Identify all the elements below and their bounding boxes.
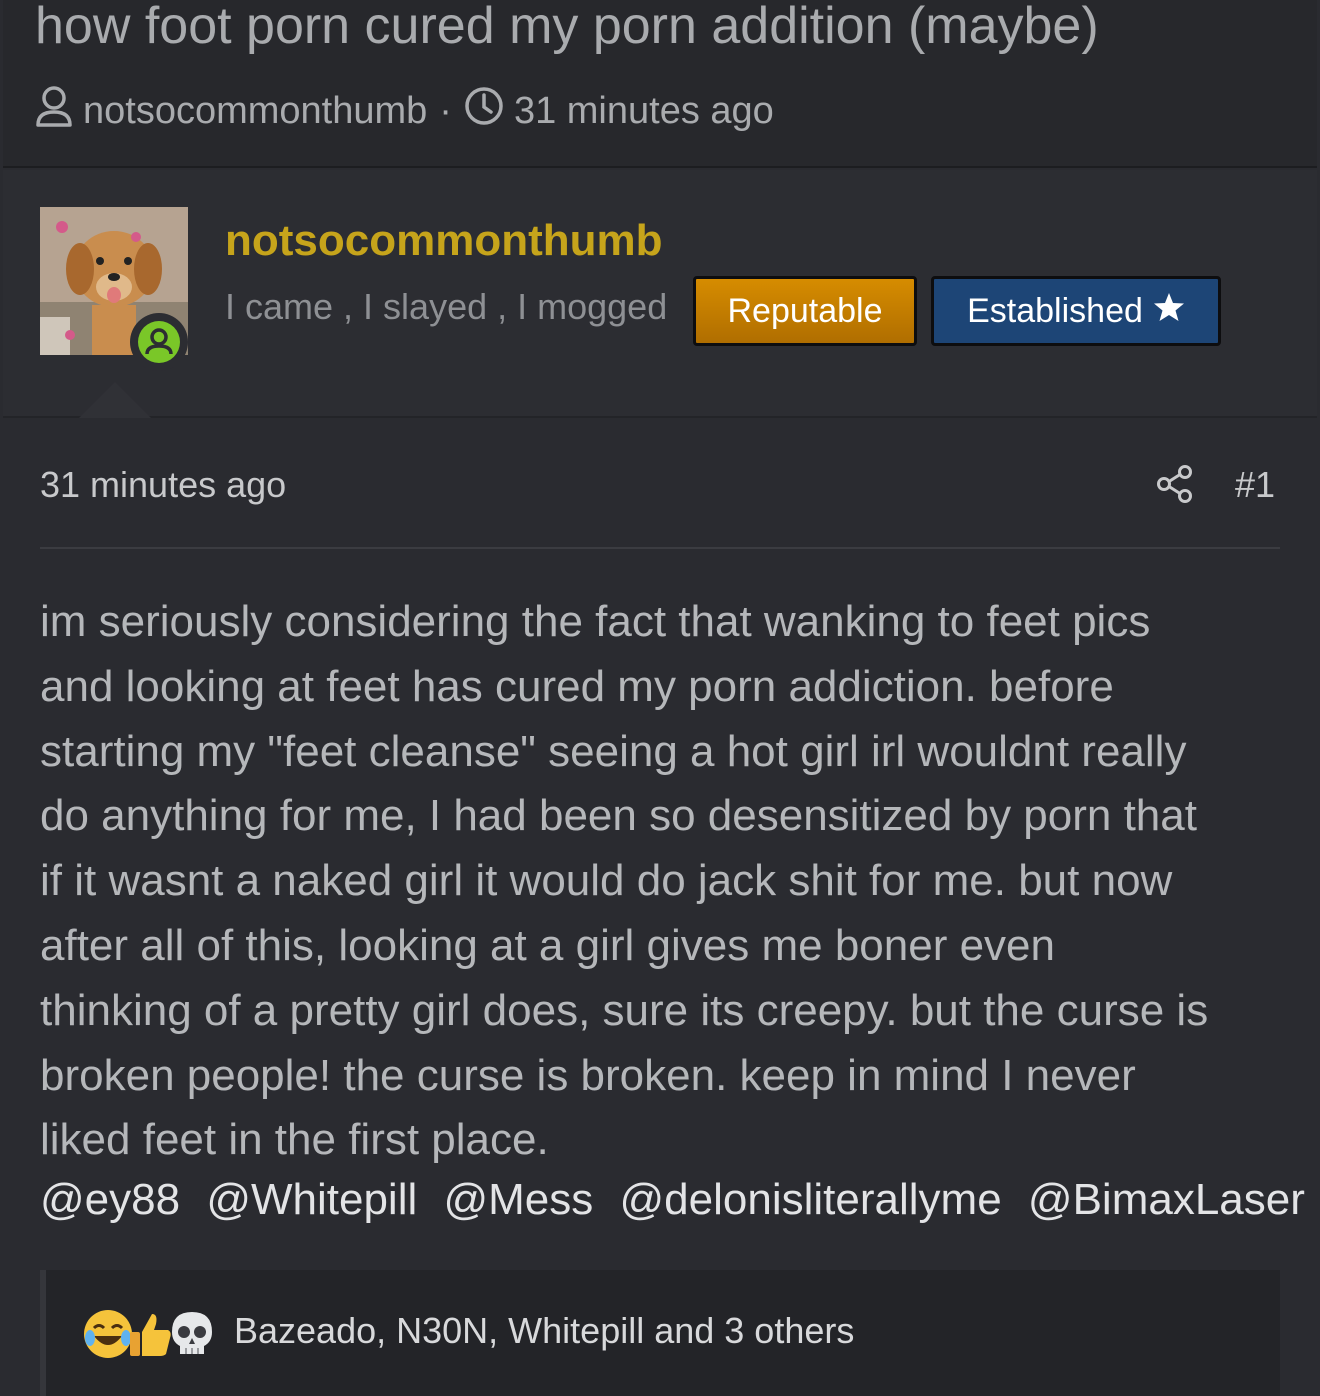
forum-thread-page: how foot porn cured my porn addition (ma… (0, 0, 1320, 1396)
badge-established: Established (931, 276, 1221, 346)
online-status-indicator (130, 313, 188, 371)
meta-separator: · (439, 89, 452, 132)
reaction-users-text[interactable]: Bazeado, N30N, Whitepill and 3 others (234, 1310, 854, 1352)
mention-link[interactable]: @ey88 (40, 1175, 180, 1224)
post-content: im seriously considering the fact that w… (40, 590, 1290, 1173)
mention-link[interactable]: @Whitepill (206, 1175, 417, 1224)
post-line: liked feet in the first place. (40, 1115, 549, 1165)
star-icon (1153, 291, 1185, 332)
user-icon (35, 85, 73, 137)
thread-author-link[interactable]: notsocommonthumb (83, 90, 427, 133)
author-tagline: I came , I slayed , I mogged (225, 286, 668, 327)
post-line: do anything for me, I had been so desens… (40, 791, 1197, 841)
post-line: starting my "feet cleanse" seeing a hot … (40, 726, 1187, 776)
share-icon[interactable] (1155, 464, 1195, 509)
post-line: if it wasnt a naked girl it would do jac… (40, 856, 1173, 906)
mention-link[interactable]: @BimaxLaser (1028, 1175, 1305, 1224)
divider (40, 547, 1280, 549)
mentions: @ey88 @Whitepill @Mess @delonisliterally… (40, 1168, 1319, 1232)
post-line: broken people! the curse is broken. keep… (40, 1050, 1136, 1100)
author-username[interactable]: notsocommonthumb (225, 216, 663, 266)
badge-established-label: Established (967, 291, 1143, 330)
thread-meta: notsocommonthumb · 31 minutes ago (35, 86, 774, 136)
post-line: after all of this, looking at a girl giv… (40, 920, 1055, 970)
thread-title: how foot porn cured my porn addition (ma… (35, 0, 1099, 55)
online-user-icon (138, 321, 180, 363)
skull-emoji-icon (166, 1308, 218, 1360)
post-body: 31 minutes ago #1 im seriously consideri… (3, 418, 1317, 1396)
reaction-icons (82, 1308, 212, 1360)
mention-link[interactable]: @Mess (443, 1175, 593, 1224)
post-line: and looking at feet has cured my porn ad… (40, 661, 1114, 711)
thread-header: how foot porn cured my porn addition (ma… (3, 0, 1317, 168)
thread-time[interactable]: 31 minutes ago (514, 90, 774, 133)
post-line: thinking of a pretty girl does, sure its… (40, 985, 1209, 1035)
badge-reputable-label: Reputable (727, 291, 883, 330)
post-pointer-arrow (79, 382, 151, 418)
post-number[interactable]: #1 (1235, 464, 1275, 506)
post-line: im seriously considering the fact that w… (40, 597, 1151, 646)
post-author-block: notsocommonthumb I came , I slayed , I m… (3, 170, 1317, 418)
badge-reputable: Reputable (693, 276, 917, 346)
clock-icon (464, 86, 504, 136)
mention-link[interactable]: @delonisliterallyme (620, 1175, 1002, 1224)
post-time[interactable]: 31 minutes ago (40, 464, 286, 506)
reactions-bar[interactable]: Bazeado, N30N, Whitepill and 3 others (40, 1270, 1280, 1396)
